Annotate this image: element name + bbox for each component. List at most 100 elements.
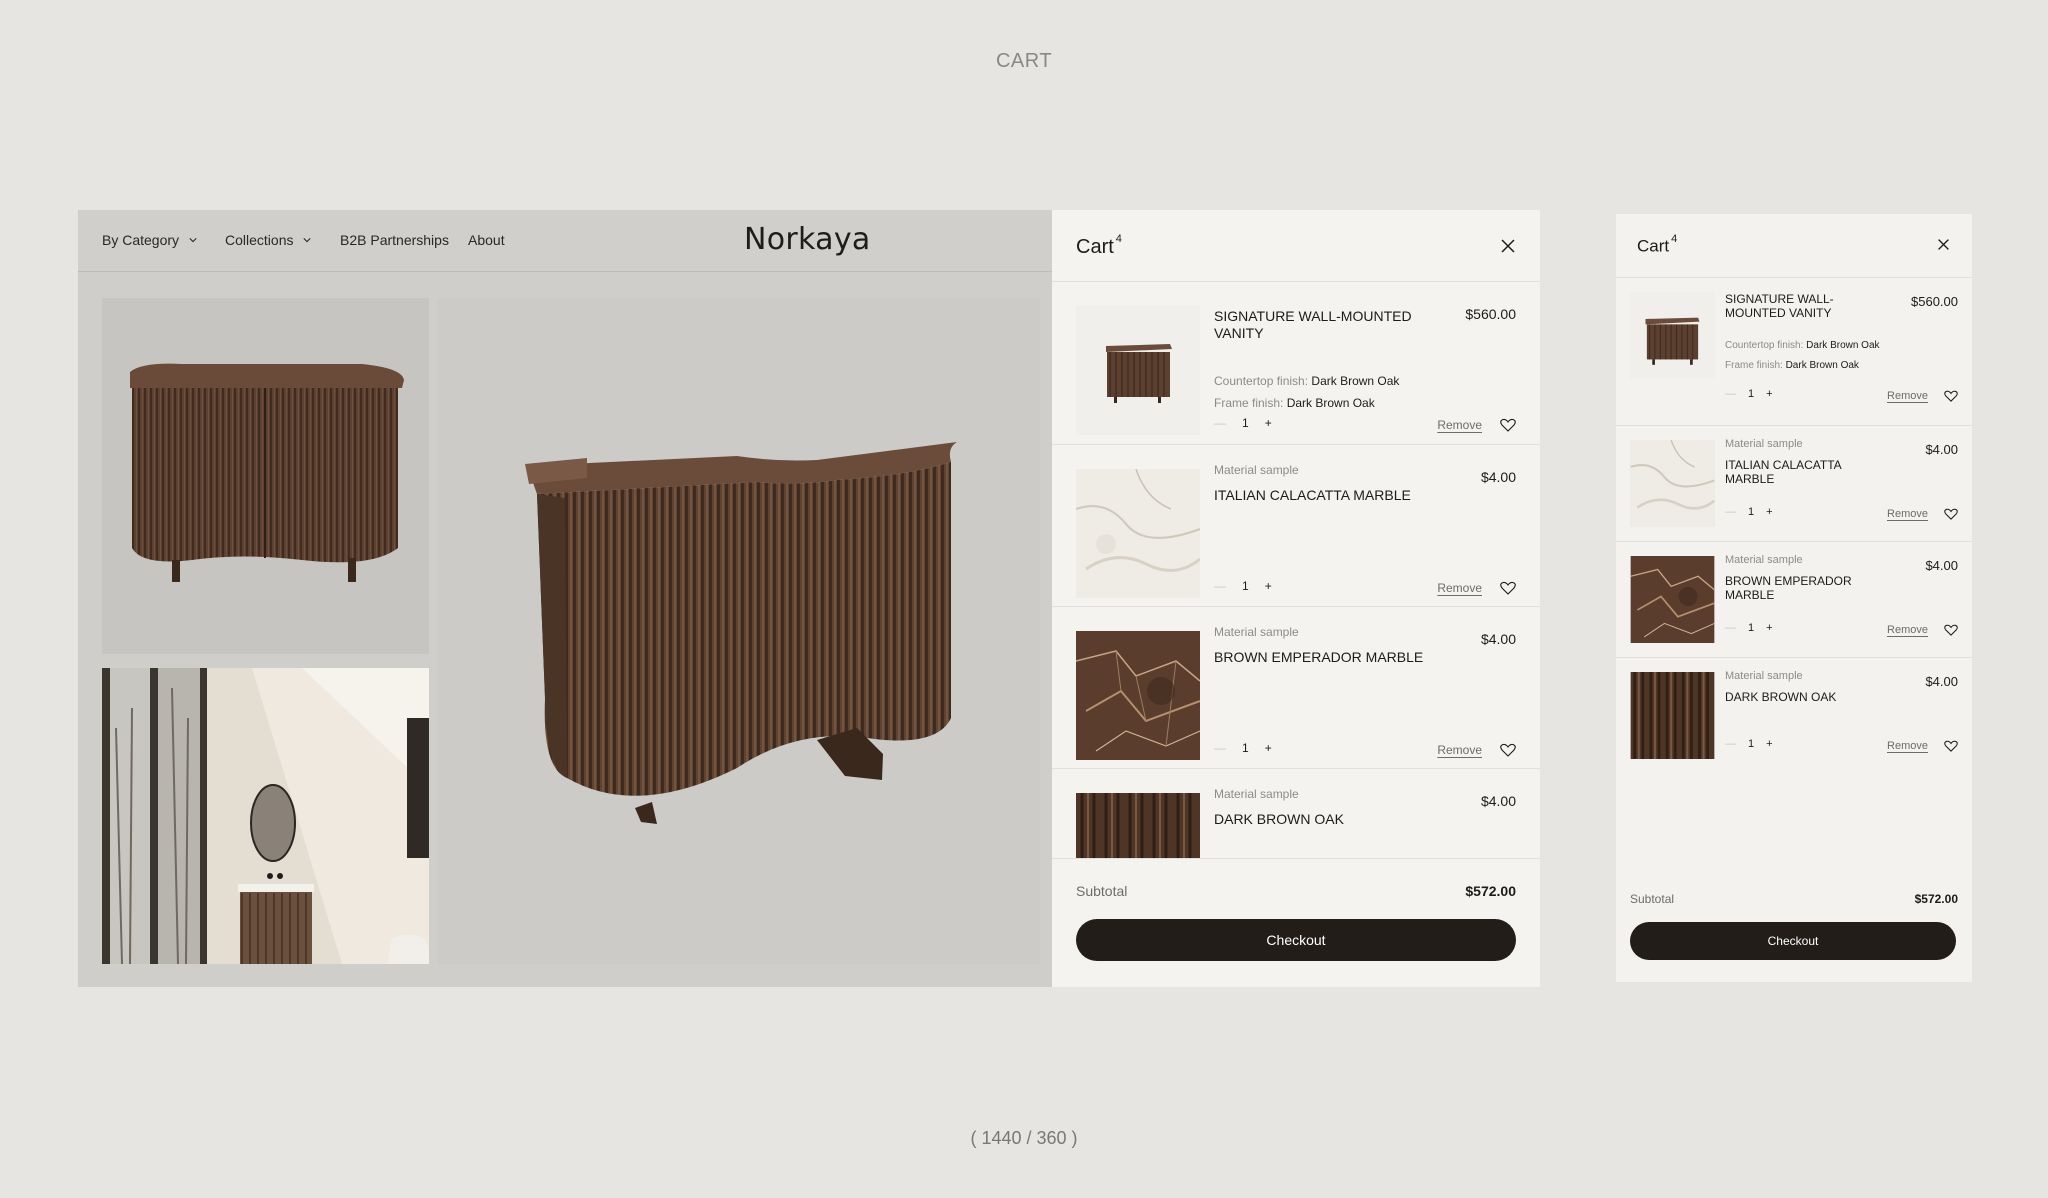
nav-item-b2b-partnerships[interactable]: B2B Partnerships xyxy=(340,232,449,248)
heart-icon[interactable] xyxy=(1944,508,1958,520)
quantity-value: 1 xyxy=(1748,388,1755,400)
nav-item-label: B2B Partnerships xyxy=(340,232,449,248)
cart-item-name[interactable]: ITALIAN CALACATTA MARBLE xyxy=(1725,458,1875,487)
cart-item-thumbnail[interactable] xyxy=(1076,793,1200,858)
remove-button[interactable]: Remove xyxy=(1887,624,1928,636)
quantity-value: 1 xyxy=(1242,579,1249,593)
cart-item-thumbnail[interactable] xyxy=(1630,556,1715,643)
remove-button[interactable]: Remove xyxy=(1887,508,1928,520)
cart-item-thumbnail[interactable] xyxy=(1076,469,1200,598)
cart-item-option: Frame finish: Dark Brown Oak xyxy=(1725,360,1859,371)
vanity-icon xyxy=(1106,344,1172,403)
bathroom-scene-image xyxy=(102,668,429,964)
cart-item-price: $4.00 xyxy=(1925,558,1958,573)
nav-item-label: About xyxy=(468,232,505,248)
cart-item-kicker: Material sample xyxy=(1214,463,1299,477)
cart-item-name[interactable]: SIGNATURE WALL-MOUNTED VANITY xyxy=(1214,308,1424,342)
nav-item-about[interactable]: About xyxy=(468,232,505,248)
product-image-lifestyle[interactable] xyxy=(102,668,429,964)
cart-item-thumbnail[interactable] xyxy=(1630,672,1715,759)
cart-item: SIGNATURE WALL-MOUNTED VANITY $560.00 Co… xyxy=(1616,278,1972,426)
cart-item-thumbnail[interactable] xyxy=(1630,292,1715,379)
plus-icon[interactable]: + xyxy=(1265,741,1272,755)
cart-item-name[interactable]: DARK BROWN OAK xyxy=(1725,690,1875,704)
quantity-stepper: — 1 + xyxy=(1725,738,1773,750)
cart-item: SIGNATURE WALL-MOUNTED VANITY $560.00 Co… xyxy=(1052,282,1540,445)
cart-item-thumbnail[interactable] xyxy=(1076,631,1200,760)
desktop-preview: By Category Collections B2B Partnerships… xyxy=(78,210,1540,987)
minus-icon[interactable]: — xyxy=(1725,506,1736,518)
cart-count-badge: 4 xyxy=(1671,233,1678,245)
quantity-value: 1 xyxy=(1748,738,1755,750)
minus-icon[interactable]: — xyxy=(1725,388,1736,400)
product-image-vanity-small[interactable] xyxy=(102,298,429,654)
product-image-vanity-main[interactable] xyxy=(437,298,1040,964)
minus-icon[interactable]: — xyxy=(1214,741,1226,755)
chevron-down-icon xyxy=(303,238,312,243)
cart-item-name[interactable]: ITALIAN CALACATTA MARBLE xyxy=(1214,487,1424,504)
cart-item: Material sample BROWN EMPERADOR MARBLE $… xyxy=(1616,542,1972,658)
subtotal-value: $572.00 xyxy=(1465,883,1516,899)
close-icon[interactable] xyxy=(1937,238,1950,251)
heart-icon[interactable] xyxy=(1500,743,1516,757)
white-marble-swatch xyxy=(1076,469,1200,598)
remove-button[interactable]: Remove xyxy=(1887,390,1928,402)
checkout-button[interactable]: Checkout xyxy=(1076,919,1516,961)
cart-item: Material sample ITALIAN CALACATTA MARBLE… xyxy=(1052,445,1540,607)
plus-icon[interactable]: + xyxy=(1265,416,1272,430)
quantity-stepper: — 1 + xyxy=(1725,506,1773,518)
minus-icon[interactable]: — xyxy=(1214,416,1226,430)
heart-icon[interactable] xyxy=(1944,390,1958,402)
cart-item-name[interactable]: BROWN EMPERADOR MARBLE xyxy=(1214,649,1424,666)
cart-item: Material sample DARK BROWN OAK $4.00 — 1… xyxy=(1616,658,1972,774)
remove-button[interactable]: Remove xyxy=(1887,740,1928,752)
cart-item-price: $560.00 xyxy=(1465,306,1516,322)
quantity-stepper: — 1 + xyxy=(1725,622,1773,634)
page-title: CART xyxy=(995,50,1053,72)
cart-item-name[interactable]: DARK BROWN OAK xyxy=(1214,811,1424,828)
cart-item-name[interactable]: BROWN EMPERADOR MARBLE xyxy=(1725,574,1875,603)
chevron-down-icon xyxy=(189,238,197,243)
heart-icon[interactable] xyxy=(1500,581,1516,595)
remove-button[interactable]: Remove xyxy=(1437,418,1482,432)
heart-icon[interactable] xyxy=(1944,740,1958,752)
cart-item: Material sample BROWN EMPERADOR MARBLE $… xyxy=(1052,607,1540,769)
nav-item-label: By Category xyxy=(102,232,180,248)
checkout-button[interactable]: Checkout xyxy=(1630,922,1956,960)
plus-icon[interactable]: + xyxy=(1265,579,1272,593)
cart-title: Cart 4 xyxy=(1637,233,1678,256)
subtotal-label: Subtotal xyxy=(1630,892,1675,906)
cart-item: Material sample ITALIAN CALACATTA MARBLE… xyxy=(1616,426,1972,542)
cart-item-option: Countertop finish: Dark Brown Oak xyxy=(1214,374,1400,388)
cart-item-price: $560.00 xyxy=(1911,294,1958,309)
heart-icon[interactable] xyxy=(1944,624,1958,636)
cart-title: Cart 4 xyxy=(1076,233,1122,258)
plus-icon[interactable]: + xyxy=(1766,506,1772,518)
remove-button[interactable]: Remove xyxy=(1437,743,1482,757)
vanity-icon xyxy=(102,298,429,654)
plus-icon[interactable]: + xyxy=(1766,622,1772,634)
cart-item-kicker: Material sample xyxy=(1725,438,1803,450)
cart-header: Cart 4 xyxy=(1052,210,1540,282)
cart-item-thumbnail[interactable] xyxy=(1630,440,1715,527)
vanity-icon xyxy=(1645,317,1700,365)
quantity-stepper: — 1 + xyxy=(1214,416,1272,430)
minus-icon[interactable]: — xyxy=(1725,738,1736,750)
plus-icon[interactable]: + xyxy=(1766,738,1772,750)
cart-item-option: Frame finish: Dark Brown Oak xyxy=(1214,396,1375,410)
minus-icon[interactable]: — xyxy=(1725,622,1736,634)
plus-icon[interactable]: + xyxy=(1766,388,1772,400)
heart-icon[interactable] xyxy=(1500,418,1516,432)
cart-item-thumbnail[interactable] xyxy=(1076,306,1200,435)
minus-icon[interactable]: — xyxy=(1214,579,1226,593)
brown-marble-swatch xyxy=(1630,556,1715,643)
cart-item-name[interactable]: SIGNATURE WALL-MOUNTED VANITY xyxy=(1725,292,1875,321)
oak-swatch xyxy=(1076,793,1200,858)
cart-count-badge: 4 xyxy=(1115,233,1122,246)
nav-item-collections[interactable]: Collections xyxy=(225,232,312,248)
close-icon[interactable] xyxy=(1500,238,1516,254)
brand-logo[interactable]: Norkaya xyxy=(744,222,871,257)
nav-item-by-category[interactable]: By Category xyxy=(102,232,197,248)
remove-button[interactable]: Remove xyxy=(1437,581,1482,595)
quantity-value: 1 xyxy=(1748,622,1755,634)
